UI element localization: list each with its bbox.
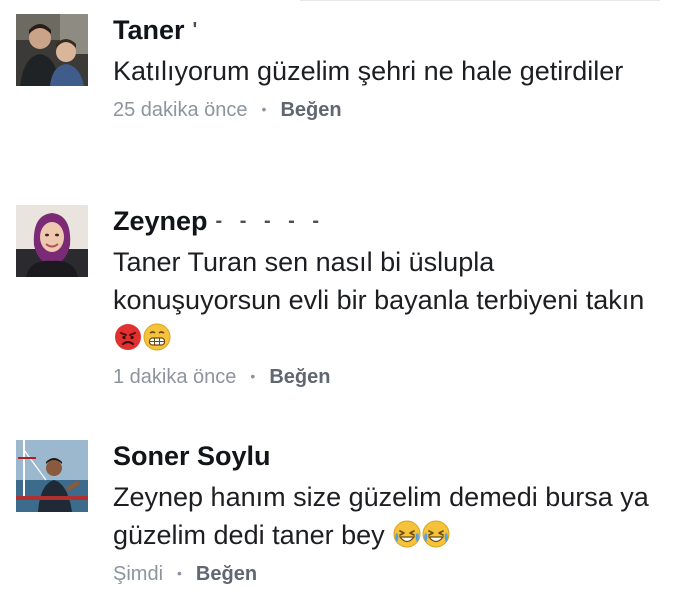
comment-text-content: Taner Turan sen nasıl bi üslupla konuşuy… (113, 247, 645, 315)
comment-author[interactable]: Soner Soylu (113, 440, 656, 472)
profile-photo-icon (16, 440, 88, 512)
grimacing-face-emoji (143, 323, 171, 351)
like-button[interactable]: Beğen (196, 563, 257, 585)
laughing-tears-emoji (422, 520, 450, 548)
separator-dot: • (250, 368, 256, 384)
profile-photo-icon (16, 205, 88, 277)
laughing-tears-emoji (393, 520, 421, 548)
comment-time[interactable]: 25 dakika önce (113, 99, 248, 121)
comment-time[interactable]: 1 dakika önce (113, 366, 236, 388)
comment-meta: Şimdi • Beğen (113, 560, 656, 587)
comment-author[interactable]: Zeynep - - - - - (113, 205, 656, 237)
author-name-suffix: - - - - - (215, 210, 326, 232)
profile-photo-icon (16, 14, 88, 86)
comment-meta: 25 dakika önce • Beğen (113, 96, 656, 123)
author-name[interactable]: Taner (113, 15, 185, 45)
comment-author[interactable]: Taner ' (113, 14, 656, 46)
comment-meta: 1 dakika önce • Beğen (113, 363, 656, 390)
separator-dot: • (177, 565, 182, 581)
comment-text-content: Zeynep hanım size güzelim demedi bursa y… (113, 482, 649, 550)
comment-text: Taner Turan sen nasıl bi üslupla konuşuy… (113, 243, 656, 357)
top-divider (300, 0, 660, 1)
author-name[interactable]: Zeynep (113, 206, 208, 236)
like-button[interactable]: Beğen (269, 366, 330, 388)
comment-time[interactable]: Şimdi (113, 563, 163, 585)
like-button[interactable]: Beğen (280, 99, 341, 121)
comment-text: Katılıyorum güzelim şehri ne hale getird… (113, 56, 624, 86)
avatar[interactable] (16, 440, 88, 512)
author-name-suffix: ' (192, 19, 204, 41)
comment-text: Zeynep hanım size güzelim demedi bursa y… (113, 478, 656, 554)
avatar[interactable] (16, 205, 88, 277)
author-name[interactable]: Soner Soylu (113, 441, 271, 471)
angry-face-emoji (114, 323, 142, 351)
avatar[interactable] (16, 14, 88, 86)
separator-dot: • (261, 101, 267, 117)
